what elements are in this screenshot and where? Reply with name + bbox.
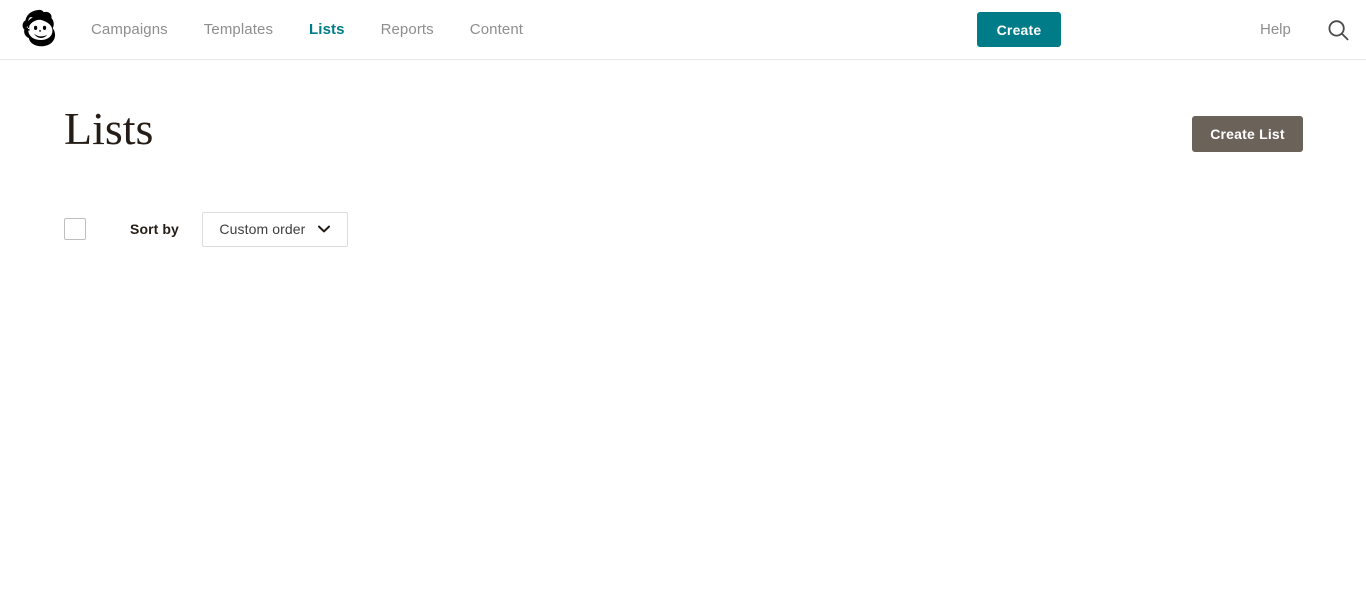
page-title: Lists [64, 103, 154, 154]
page-content: Lists Create List Sort by Custom order [0, 60, 1366, 609]
help-link[interactable]: Help [1260, 21, 1291, 38]
nav-item-reports[interactable]: Reports [381, 0, 452, 59]
sort-by-label: Sort by [130, 221, 179, 237]
primary-nav: Campaigns Templates Lists Reports Conten… [91, 0, 523, 59]
sort-order-value: Custom order [219, 221, 306, 237]
search-button[interactable] [1326, 18, 1351, 43]
sort-order-select[interactable]: Custom order [201, 211, 348, 247]
chevron-down-icon [318, 225, 331, 233]
create-button[interactable]: Create [977, 12, 1061, 47]
search-icon [1328, 20, 1349, 41]
freddie-monkey-icon [22, 9, 56, 47]
nav-item-templates[interactable]: Templates [204, 0, 291, 59]
nav-item-campaigns[interactable]: Campaigns [91, 0, 186, 59]
mailchimp-logo[interactable] [18, 7, 62, 51]
list-toolbar: Sort by Custom order [64, 211, 348, 247]
select-all-checkbox[interactable] [64, 218, 86, 240]
mailchimp-lists-page: Campaigns Templates Lists Reports Conten… [0, 0, 1366, 609]
nav-item-lists[interactable]: Lists [309, 0, 363, 59]
top-navigation-bar: Campaigns Templates Lists Reports Conten… [0, 0, 1366, 60]
nav-item-content[interactable]: Content [470, 0, 523, 59]
create-list-button[interactable]: Create List [1192, 116, 1303, 152]
